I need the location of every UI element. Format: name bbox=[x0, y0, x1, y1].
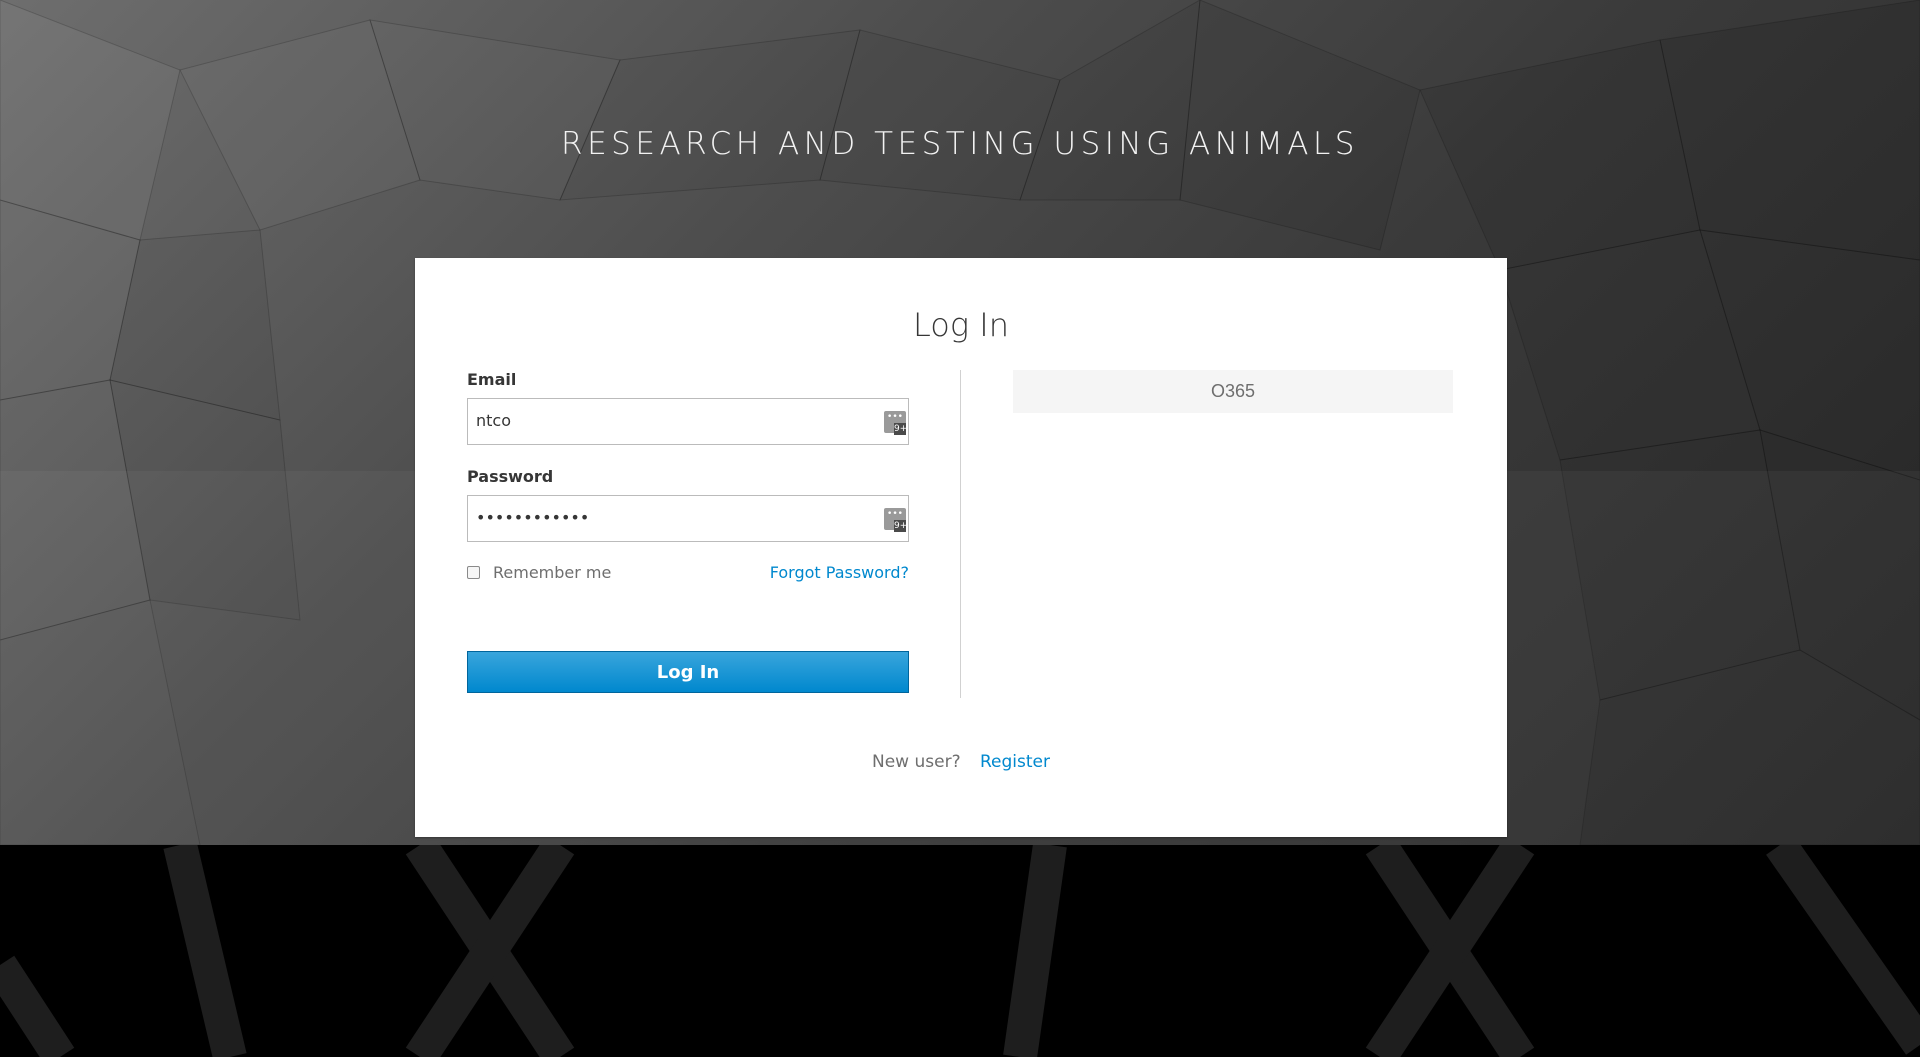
password-field-wrapper: ••• 9+ bbox=[467, 495, 909, 542]
login-heading: Log In bbox=[913, 306, 1009, 344]
remember-me-checkbox[interactable] bbox=[467, 566, 480, 579]
login-options-row: Remember me Forgot Password? bbox=[467, 563, 909, 585]
forgot-password-link[interactable]: Forgot Password? bbox=[770, 563, 909, 582]
login-button[interactable]: Log In bbox=[467, 651, 909, 693]
remember-me-label[interactable]: Remember me bbox=[493, 563, 611, 582]
login-form: Email ••• 9+ Password ••• 9+ Remember me… bbox=[467, 370, 909, 693]
realm-title: RESEARCH AND TESTING USING ANIMALS bbox=[561, 126, 1359, 162]
new-user-prompt: New user? bbox=[872, 752, 961, 772]
column-divider bbox=[960, 370, 961, 698]
email-field[interactable] bbox=[468, 399, 856, 442]
email-label: Email bbox=[467, 370, 517, 389]
password-manager-badge: 9+ bbox=[894, 520, 908, 532]
password-manager-icon[interactable]: ••• 9+ bbox=[884, 508, 908, 532]
identity-providers: O365 bbox=[1013, 370, 1453, 413]
password-label: Password bbox=[467, 467, 554, 486]
register-row: New user? Register bbox=[415, 752, 1507, 772]
o365-provider-button[interactable]: O365 bbox=[1013, 370, 1453, 413]
password-manager-icon[interactable]: ••• 9+ bbox=[884, 411, 908, 435]
background-footer-pattern bbox=[0, 845, 1920, 1057]
email-field-wrapper: ••• 9+ bbox=[467, 398, 909, 445]
password-manager-dots: ••• bbox=[887, 509, 903, 519]
password-field[interactable] bbox=[468, 496, 856, 539]
login-card: Log In Email ••• 9+ Password ••• 9+ Reme… bbox=[415, 258, 1507, 837]
password-manager-badge: 9+ bbox=[894, 423, 908, 435]
password-manager-dots: ••• bbox=[887, 412, 903, 422]
register-link[interactable]: Register bbox=[980, 752, 1050, 772]
